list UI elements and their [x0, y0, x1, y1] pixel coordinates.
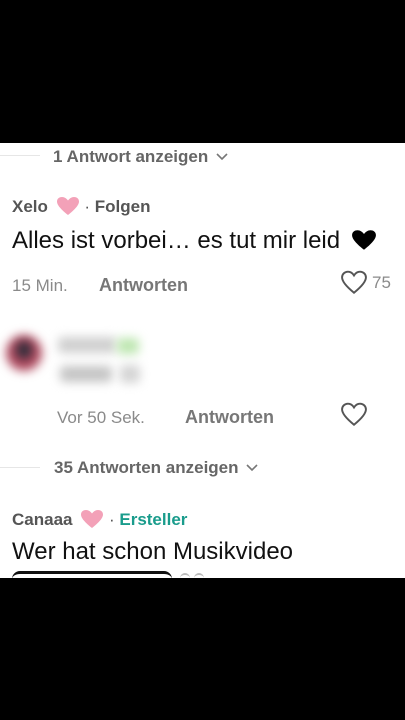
chevron-down-icon — [216, 153, 228, 161]
show-replies-label: 35 Antworten anzeigen — [54, 458, 239, 477]
username[interactable]: Xelo — [12, 197, 48, 216]
blurred-username — [58, 337, 116, 353]
avatar-detail — [16, 341, 32, 359]
like-count: 75 — [372, 273, 391, 292]
show-replies-button[interactable]: 35 Antworten anzeigen — [54, 458, 259, 478]
divider — [0, 467, 40, 468]
black-heart-icon — [351, 230, 376, 250]
blurred-emoji — [117, 338, 139, 354]
blurred-text-2 — [120, 365, 140, 383]
like-heart-icon[interactable] — [340, 270, 368, 295]
comment-text: Wer hat schon Musikvideo — [12, 538, 294, 565]
pink-heart-icon — [56, 197, 79, 215]
separator: · — [108, 510, 115, 529]
reply-button[interactable]: Antworten — [99, 275, 188, 296]
show-replies-label: 1 Antwort anzeigen — [53, 147, 209, 166]
pink-heart-icon — [81, 510, 104, 528]
comments-panel: 1 Antwort anzeigen Xelo · Folgen Alles i… — [0, 143, 405, 578]
comment-text: Alles ist vorbei… es tut mir leid — [12, 227, 377, 255]
timestamp: Vor 50 Sek. — [57, 408, 145, 427]
follow-button[interactable]: Folgen — [95, 197, 151, 216]
divider — [0, 155, 40, 156]
chevron-down-icon — [246, 464, 258, 472]
comment-text-cutoff — [12, 571, 204, 578]
comment-header: Xelo · Folgen — [12, 196, 151, 217]
separator: · — [84, 197, 91, 216]
timestamp: 15 Min. — [12, 276, 68, 295]
like-heart-icon[interactable] — [340, 402, 368, 427]
comment-text-content: Alles ist vorbei… es tut mir leid — [12, 227, 341, 254]
creator-badge: Ersteller — [119, 510, 188, 529]
username[interactable]: Canaaa — [12, 510, 72, 529]
blurred-text — [60, 366, 112, 382]
reply-button[interactable]: Antworten — [185, 407, 274, 428]
comment-header: Canaaa · Ersteller — [12, 509, 187, 530]
show-replies-button[interactable]: 1 Antwort anzeigen — [53, 147, 229, 167]
